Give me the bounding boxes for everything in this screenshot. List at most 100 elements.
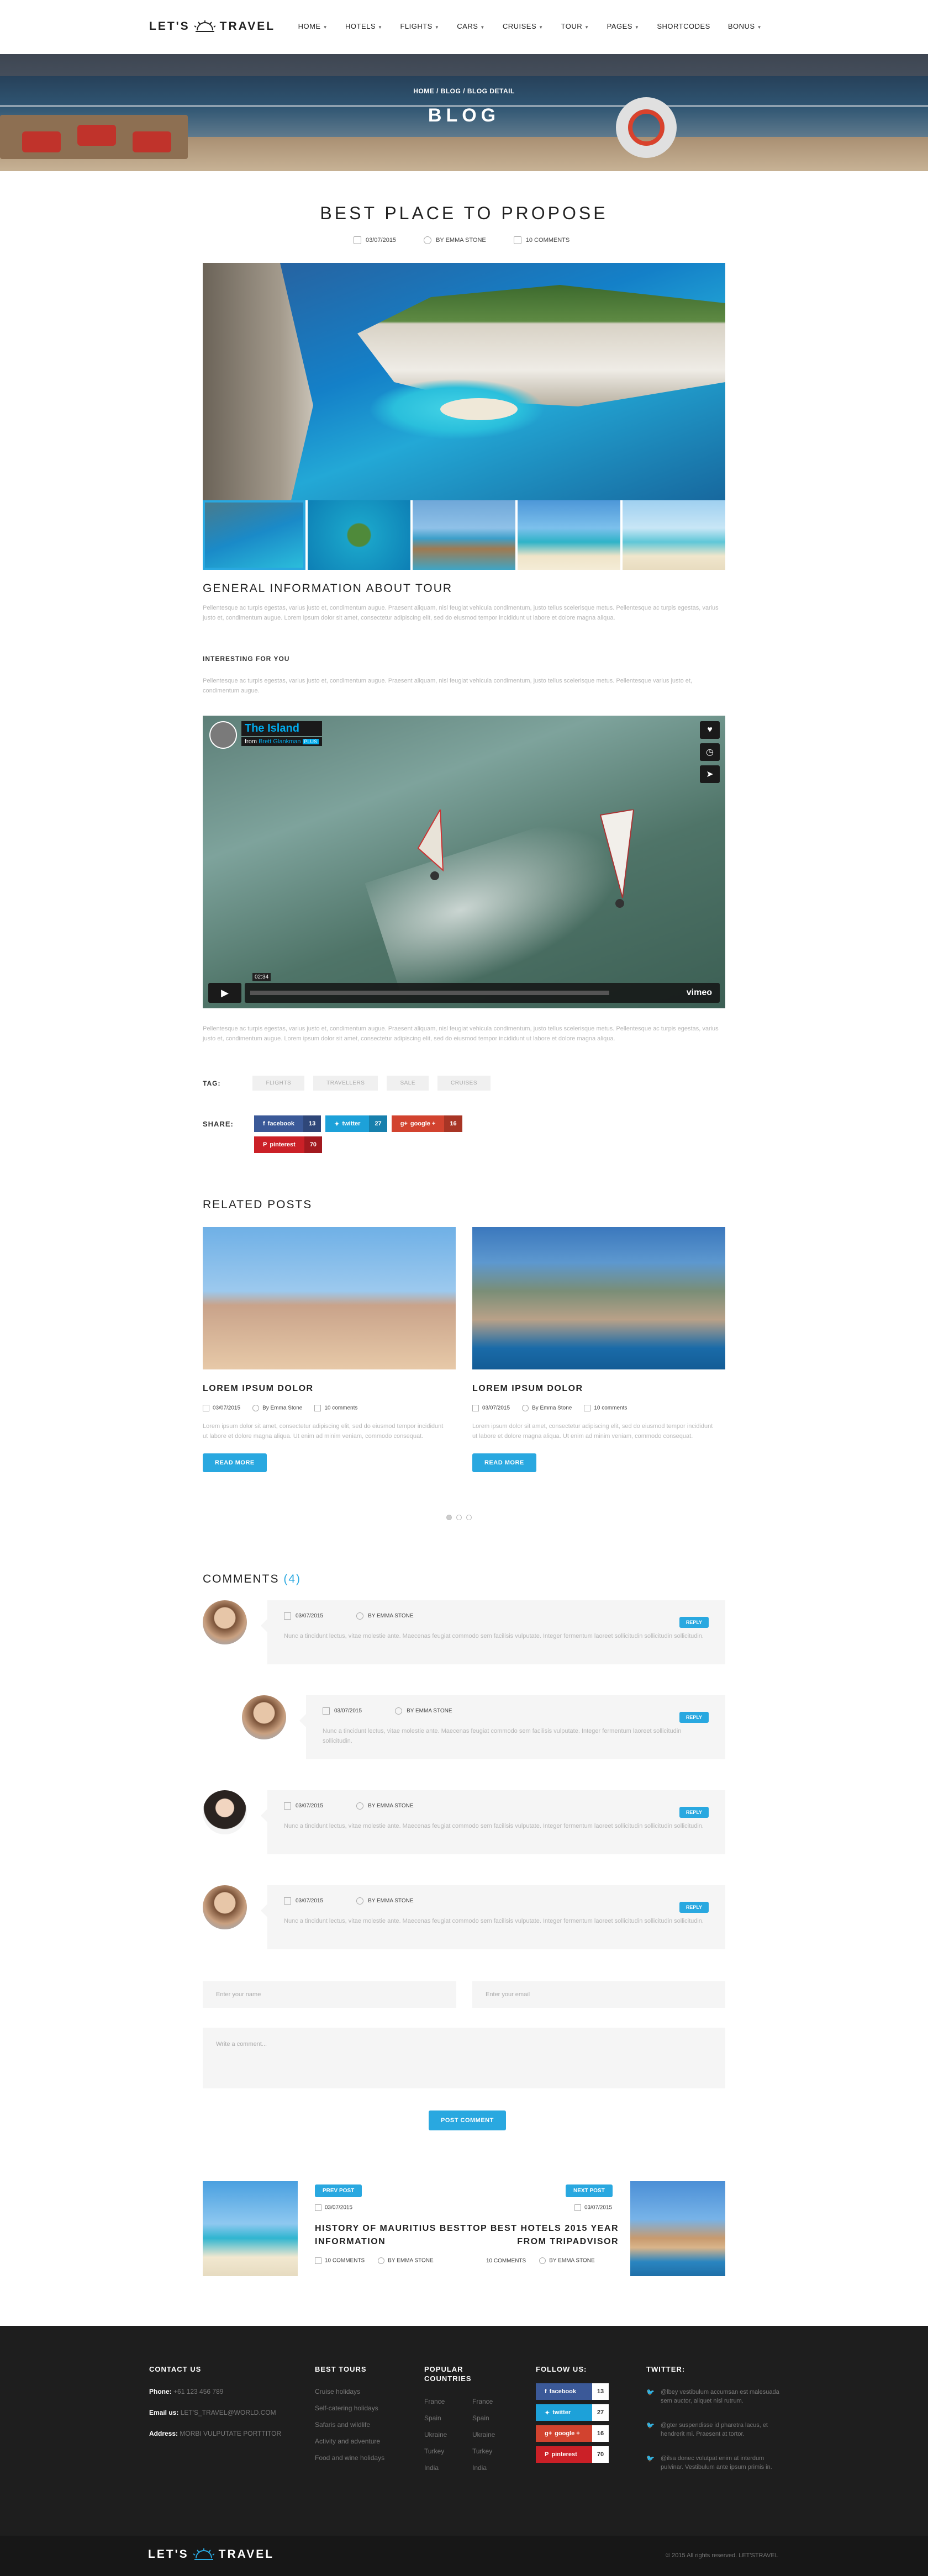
footer-link[interactable]: France xyxy=(424,2393,447,2410)
avatar[interactable] xyxy=(203,1790,247,1834)
footer-link[interactable]: Ukraine xyxy=(424,2426,447,2443)
reply-button[interactable]: REPLY xyxy=(679,1617,709,1628)
nav-cruises[interactable]: CRUISES ▼ xyxy=(494,22,552,30)
email-value[interactable]: LET'S_TRAVEL@WORLD.COM xyxy=(181,2409,276,2416)
prev-post-author[interactable]: BY EMMA STONE xyxy=(388,2258,433,2264)
pinterest-share-button[interactable]: Ppinterest 70 xyxy=(254,1136,323,1153)
twitter-share-button[interactable]: ✦ twitter 27 xyxy=(325,1115,387,1132)
reply-button[interactable]: REPLY xyxy=(679,1712,709,1723)
related-post-image[interactable] xyxy=(472,1227,725,1369)
gallery-thumb[interactable] xyxy=(308,500,410,570)
avatar[interactable] xyxy=(203,1600,247,1644)
prev-post-badge[interactable]: PREV POST xyxy=(315,2184,362,2197)
send-icon[interactable]: ➤ xyxy=(700,765,720,783)
comment-author[interactable]: BY EMMA STONE xyxy=(407,1708,452,1714)
related-post-comments[interactable]: 10 comments xyxy=(324,1405,357,1411)
tag-chip[interactable]: TRAVELLERS xyxy=(313,1076,378,1091)
video-author[interactable]: Brett Glankman xyxy=(259,738,300,745)
footer-link[interactable]: Cruise holidays xyxy=(315,2383,384,2400)
play-icon[interactable]: ▶ xyxy=(208,983,241,1003)
next-post-image[interactable] xyxy=(630,2181,725,2276)
phone-value[interactable]: +61 123 456 789 xyxy=(173,2388,223,2395)
tweet[interactable]: @lbey vestibulum accumsan est malesuada … xyxy=(646,2388,784,2405)
carousel-dot[interactable] xyxy=(466,1515,472,1520)
related-post-author[interactable]: By Emma Stone xyxy=(262,1405,302,1411)
related-post-comments[interactable]: 10 comments xyxy=(594,1405,627,1411)
nav-hotels[interactable]: HOTELS ▼ xyxy=(336,22,391,30)
avatar[interactable] xyxy=(203,1885,247,1929)
footer-link[interactable]: Turkey xyxy=(424,2443,447,2459)
comment-author[interactable]: BY EMMA STONE xyxy=(368,1613,413,1619)
nav-pages[interactable]: PAGES ▼ xyxy=(598,22,648,30)
post-author[interactable]: BY EMMA STONE xyxy=(436,237,486,244)
nav-tour[interactable]: TOUR ▼ xyxy=(552,22,598,30)
footer-link[interactable]: Safaris and wildlife xyxy=(315,2416,384,2433)
tag-chip[interactable]: SALE xyxy=(387,1076,429,1091)
carousel-dot[interactable] xyxy=(446,1515,452,1520)
read-more-button[interactable]: READ MORE xyxy=(203,1453,267,1472)
footer-link[interactable]: India xyxy=(424,2459,447,2476)
gallery-thumb[interactable] xyxy=(203,500,305,570)
related-post-title[interactable]: LOREM IPSUM DOLOR xyxy=(472,1384,725,1394)
footer-link[interactable]: Activity and adventure xyxy=(315,2433,384,2450)
vimeo-logo[interactable]: vimeo xyxy=(687,988,712,998)
comment-author[interactable]: BY EMMA STONE xyxy=(368,1803,413,1809)
footer-link[interactable]: Self-catering holidays xyxy=(315,2400,384,2416)
twitter-follow-button[interactable]: ✦ twitter 27 xyxy=(536,2404,609,2421)
related-post-author[interactable]: By Emma Stone xyxy=(532,1405,572,1411)
video-author-avatar[interactable] xyxy=(209,721,237,749)
site-logo[interactable]: LET'S TRAVEL xyxy=(149,20,275,33)
prev-post-image[interactable] xyxy=(203,2181,298,2276)
gallery-thumb[interactable] xyxy=(413,500,515,570)
gallery-thumb[interactable] xyxy=(623,500,725,570)
nav-cars[interactable]: CARS ▼ xyxy=(448,22,494,30)
tweet[interactable]: @gter suspendisse id pharetra lacus, et … xyxy=(646,2421,784,2439)
gallery-thumb[interactable] xyxy=(518,500,620,570)
next-post-badge[interactable]: NEXT POST xyxy=(566,2184,613,2197)
pinterest-follow-button[interactable]: Ppinterest 70 xyxy=(536,2446,609,2463)
nav-flights[interactable]: FLIGHTS ▼ xyxy=(391,22,448,30)
tweet[interactable]: @ilsa donec volutpat enim at interdum pu… xyxy=(646,2454,784,2472)
tag-chip[interactable]: CRUISES xyxy=(437,1076,491,1091)
facebook-follow-button[interactable]: f facebook 13 xyxy=(536,2383,609,2400)
nav-shortcodes[interactable]: SHORTCODES xyxy=(648,22,719,30)
nav-home[interactable]: HOME ▼ xyxy=(289,22,336,30)
google-plus-share-button[interactable]: g+ google + 16 xyxy=(391,1115,462,1132)
footer-link[interactable]: France xyxy=(472,2393,495,2410)
next-post-comments[interactable]: 10 COMMENTS xyxy=(486,2258,526,2264)
related-post-image[interactable] xyxy=(203,1227,456,1369)
video-title[interactable]: The Island xyxy=(241,721,323,736)
post-comment-button[interactable]: POST COMMENT xyxy=(429,2110,506,2130)
footer-link[interactable]: India xyxy=(472,2459,495,2476)
next-post-author[interactable]: BY EMMA STONE xyxy=(549,2258,594,2264)
email-input[interactable]: Enter your email xyxy=(472,1981,725,2008)
prev-post-comments[interactable]: 10 COMMENTS xyxy=(325,2258,365,2264)
next-post-title[interactable]: TOP BEST HOTELS 2015 YEAR FROM TRIPADVIS… xyxy=(464,2222,619,2249)
footer-link[interactable]: Spain xyxy=(424,2410,447,2426)
heart-icon[interactable]: ♥ xyxy=(700,721,720,739)
tag-chip[interactable]: FLIGHTS xyxy=(252,1076,305,1091)
footer-link[interactable]: Spain xyxy=(472,2410,495,2426)
video-progress-bar[interactable]: 02:34 vimeo xyxy=(245,973,720,1003)
prev-post-title[interactable]: HISTORY OF MAURITIUS BEST INFORMATION xyxy=(315,2222,470,2249)
google-plus-follow-button[interactable]: g+ google + 16 xyxy=(536,2425,609,2442)
post-comments-count[interactable]: 10 COMMENTS xyxy=(526,237,570,244)
name-input[interactable]: Enter your name xyxy=(203,1981,456,2008)
footer-link[interactable]: Ukraine xyxy=(472,2426,495,2443)
comment-textarea[interactable]: Write a comment... xyxy=(203,2028,725,2088)
reply-button[interactable]: REPLY xyxy=(679,1902,709,1913)
reply-button[interactable]: REPLY xyxy=(679,1807,709,1818)
clock-icon[interactable]: ◷ xyxy=(700,743,720,761)
breadcrumb[interactable]: HOME / BLOG / BLOG DETAIL xyxy=(0,87,928,95)
avatar[interactable] xyxy=(242,1695,286,1739)
nav-bonus[interactable]: BONUS ▼ xyxy=(719,22,771,30)
video-player[interactable]: The Island from Brett Glankman PLUS ♥ ◷ … xyxy=(203,716,725,1008)
carousel-dot[interactable] xyxy=(456,1515,462,1520)
read-more-button[interactable]: READ MORE xyxy=(472,1453,536,1472)
footer-logo[interactable]: LET'S TRAVEL xyxy=(148,2548,274,2561)
video-timeline[interactable] xyxy=(250,991,609,995)
related-post-title[interactable]: LOREM IPSUM DOLOR xyxy=(203,1384,456,1394)
footer-link[interactable]: Food and wine holidays xyxy=(315,2450,384,2466)
facebook-share-button[interactable]: f facebook 13 xyxy=(254,1115,321,1132)
comment-author[interactable]: BY EMMA STONE xyxy=(368,1898,413,1904)
